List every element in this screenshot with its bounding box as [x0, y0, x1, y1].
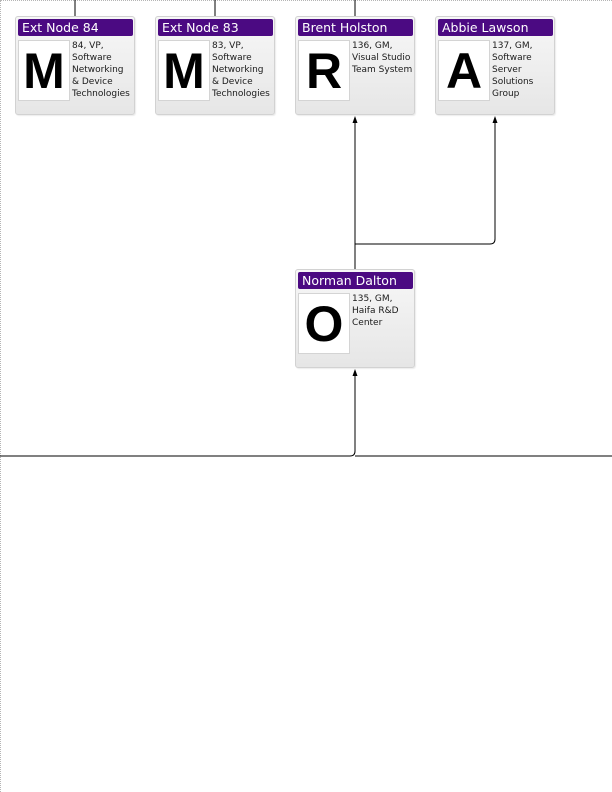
node-info: 136, GM, Visual Studio Team System [352, 41, 413, 75]
avatar: R [298, 40, 350, 101]
connector-norman-to-abbie [355, 121, 496, 245]
node-title: Abbie Lawson [438, 19, 553, 36]
org-node-ext-node-83[interactable]: Ext Node 83 M 83, VP, Software Networkin… [155, 16, 275, 115]
node-title: Ext Node 83 [158, 19, 273, 36]
arrowhead-abbie [492, 116, 498, 123]
org-node-brent-holston[interactable]: Brent Holston R 136, GM, Visual Studio T… [295, 16, 415, 115]
connector-offpage-norman [0, 374, 356, 457]
node-info: 137, GM, Software Server Solutions Group [492, 41, 534, 99]
node-info: 135, GM, Haifa R&D Center [352, 294, 399, 328]
arrowhead-norman [352, 369, 358, 376]
org-node-ext-node-84[interactable]: Ext Node 84 M 84, VP, Software Networkin… [15, 16, 135, 115]
connector-lines [0, 0, 612, 457]
avatar: M [18, 40, 70, 101]
avatar: A [438, 40, 490, 101]
node-info: 84, VP, Software Networking & Device Tec… [72, 41, 130, 99]
node-title: Norman Dalton [298, 272, 413, 289]
org-node-abbie-lawson[interactable]: Abbie Lawson A 137, GM, Software Server … [435, 16, 555, 115]
node-title: Ext Node 84 [18, 19, 133, 36]
avatar: O [298, 293, 350, 354]
arrowhead-brent [352, 116, 358, 123]
node-title: Brent Holston [298, 19, 413, 36]
node-info: 83, VP, Software Networking & Device Tec… [212, 41, 270, 99]
avatar: M [158, 40, 210, 101]
org-node-norman-dalton[interactable]: Norman Dalton O 135, GM, Haifa R&D Cente… [295, 269, 415, 368]
